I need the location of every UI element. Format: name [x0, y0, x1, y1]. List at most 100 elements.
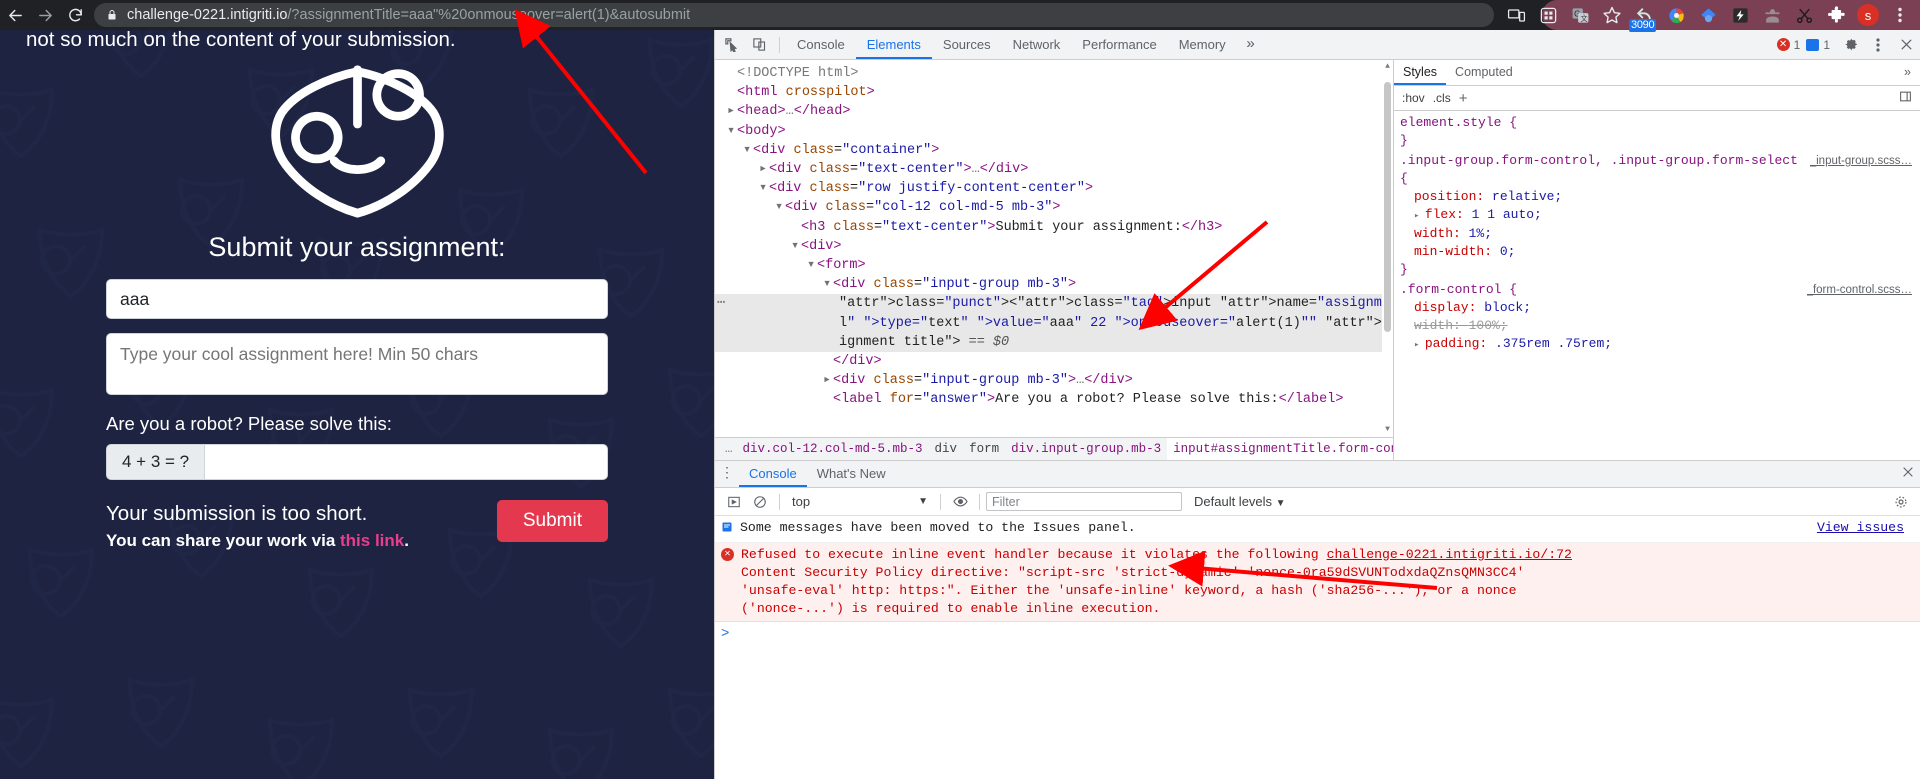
device-toolbar-button[interactable] — [745, 31, 773, 59]
dom-node-line[interactable]: ▾ <div> — [715, 237, 1393, 256]
breadcrumb-item[interactable]: div.input-group.mb-3 — [1005, 442, 1167, 456]
dom-node-line[interactable]: <html crosspilot> — [715, 83, 1393, 102]
console-settings-button[interactable] — [1888, 489, 1914, 515]
dom-node-line[interactable]: ▾ <div class="container"> — [715, 141, 1393, 160]
dom-selected-node-line[interactable]: ⋯ "attr">class="punct"><"attr">class="tag… — [715, 294, 1393, 314]
breadcrumb-item[interactable]: form — [963, 442, 1005, 456]
style-property[interactable]: position: relative; — [1400, 188, 1920, 206]
inspect-element-button[interactable] — [717, 31, 745, 59]
dom-node-line[interactable]: ▾ <div class="row justify-content-center"… — [715, 179, 1393, 198]
dom-node-line[interactable]: ▸ <div class="input-group mb-3">…</div> — [715, 371, 1393, 390]
breadcrumb-item[interactable]: div — [929, 442, 964, 456]
console-filter-input[interactable]: Filter — [986, 492, 1182, 511]
dom-tree[interactable]: <!DOCTYPE html> <html crosspilot> ▸ <head>… — [715, 60, 1393, 437]
submit-button[interactable]: Submit — [496, 500, 608, 542]
dom-node-line[interactable]: ▾ <div class="input-group mb-3"> — [715, 275, 1393, 294]
console-error-source-link[interactable]: challenge-0221.intigriti.io/:72 — [1327, 547, 1572, 562]
style-property[interactable]: ▸ padding: .375rem .75rem; — [1400, 335, 1920, 354]
message-count-chip[interactable]: 1 — [1806, 38, 1830, 52]
breadcrumb-item[interactable]: input#assignmentTitle.form-control — [1167, 438, 1393, 460]
tab-memory[interactable]: Memory — [1168, 30, 1237, 59]
style-source-link[interactable]: _input-group.scss… — [1810, 152, 1912, 170]
bookmark-button[interactable] — [1596, 0, 1628, 30]
dom-node-line[interactable]: <h3 class="text-center">Submit your assi… — [715, 218, 1393, 237]
drawer-menu-button[interactable]: ⋮ — [715, 467, 739, 481]
devtools-close-button[interactable] — [1892, 31, 1920, 59]
style-property[interactable]: display: block; — [1400, 299, 1920, 317]
tab-console[interactable]: Console — [739, 461, 807, 487]
scroll-up-arrow-icon[interactable]: ▲ — [1383, 62, 1392, 72]
tab-whats-new[interactable]: What's New — [807, 461, 896, 487]
dom-node-line[interactable]: </div> — [715, 352, 1393, 371]
tab-elements[interactable]: Elements — [855, 30, 932, 59]
captcha-answer-input[interactable] — [204, 444, 608, 480]
tab-performance[interactable]: Performance — [1071, 30, 1167, 59]
tab-network[interactable]: Network — [1002, 30, 1072, 59]
error-count-chip[interactable]: ✕ 1 — [1776, 38, 1800, 52]
drawer-close-button[interactable] — [1896, 466, 1920, 482]
profile-button[interactable]: s — [1852, 0, 1884, 30]
reload-button[interactable] — [60, 0, 90, 30]
assignment-body-textarea[interactable] — [106, 333, 608, 395]
tab-console[interactable]: Console — [786, 30, 856, 59]
bluetooth-extension-button[interactable] — [1692, 0, 1724, 30]
breadcrumb-item[interactable]: div.col-12.col-md-5.mb-3 — [737, 442, 929, 456]
dom-node-line[interactable]: ▾ <body> — [715, 122, 1393, 141]
style-property[interactable]: width: 100%; — [1400, 317, 1920, 335]
dom-node-line[interactable]: <!DOCTYPE html> — [715, 64, 1393, 83]
dom-node-line[interactable]: ▾ <div class="col-12 col-md-5 mb-3"> — [715, 198, 1393, 217]
breadcrumb-overflow[interactable]: … — [721, 442, 737, 456]
tab-computed[interactable]: Computed — [1446, 60, 1522, 85]
cast-button[interactable] — [1500, 0, 1532, 30]
apps-grid-button[interactable] — [1532, 0, 1564, 30]
tab-sources[interactable]: Sources — [932, 30, 1002, 59]
devtools-menu-button[interactable] — [1864, 31, 1892, 59]
clear-console-button[interactable] — [747, 489, 773, 515]
style-rule[interactable]: _input-group.scss… .input-group.form-cont… — [1400, 152, 1920, 279]
view-issues-link[interactable]: View issues — [1817, 519, 1914, 537]
console-levels-select[interactable]: Default levels ▼ — [1194, 494, 1286, 509]
hov-toggle[interactable]: :hov — [1402, 91, 1425, 105]
live-expression-button[interactable] — [947, 489, 973, 515]
styles-rules[interactable]: element.style {} _input-group.scss… .input… — [1394, 111, 1920, 460]
color-picker-extension-button[interactable] — [1660, 0, 1692, 30]
dom-scrollbar[interactable]: ▲ ▼ — [1382, 60, 1393, 437]
undo-extension-button[interactable]: 3090 — [1628, 0, 1660, 32]
plus-icon[interactable]: + — [1459, 90, 1468, 107]
back-button[interactable] — [0, 0, 30, 30]
console-sidebar-button[interactable] — [721, 489, 747, 515]
assignment-title-input[interactable] — [106, 279, 608, 319]
scroll-down-arrow-icon[interactable]: ▼ — [1383, 425, 1392, 435]
dom-node-line[interactable]: ▸ <div class="text-center">…</div> — [715, 160, 1393, 179]
console-prompt[interactable]: > — [715, 622, 1920, 646]
privacy-extension-button[interactable] — [1756, 0, 1788, 30]
style-rule[interactable]: _form-control.scss… .form-control {displa… — [1400, 281, 1920, 354]
style-source-link[interactable]: _form-control.scss… — [1807, 281, 1912, 299]
tab-styles[interactable]: Styles — [1394, 60, 1447, 85]
dom-selected-node-line[interactable]: l" ">type="text" ">value="aaa" 22 ">onmo… — [715, 313, 1393, 333]
dom-node-line[interactable]: ▸ <head>…</head> — [715, 102, 1393, 121]
scrollbar-thumb[interactable] — [1384, 82, 1391, 332]
extensions-button[interactable] — [1820, 0, 1852, 30]
clipper-extension-button[interactable] — [1788, 0, 1820, 30]
more-tabs-button[interactable]: » — [1237, 31, 1265, 59]
address-bar[interactable]: challenge-0221.intigriti.io/?assignmentT… — [94, 3, 1494, 27]
style-property[interactable]: ▸ flex: 1 1 auto; — [1400, 206, 1920, 225]
devtools-settings-button[interactable] — [1836, 31, 1864, 59]
dom-node-line[interactable]: ▾ <form> — [715, 256, 1393, 275]
dom-node-line[interactable]: <label for="answer">Are you a robot? Ple… — [715, 390, 1393, 409]
style-property[interactable]: min-width: 0; — [1400, 243, 1920, 261]
share-link[interactable]: this link — [340, 531, 404, 550]
style-property[interactable]: width: 1%; — [1400, 225, 1920, 243]
chrome-menu-button[interactable] — [1884, 0, 1916, 30]
cls-toggle[interactable]: .cls — [1433, 91, 1451, 105]
console-context-select[interactable]: top ▼ — [786, 494, 934, 509]
panel-toggle-icon[interactable] — [1899, 90, 1912, 106]
styles-more-button[interactable]: » — [1895, 60, 1920, 85]
shell-extension-button[interactable] — [1724, 0, 1756, 30]
forward-button[interactable] — [30, 0, 60, 30]
console-messages[interactable]: Some messages have been moved to the Iss… — [715, 516, 1920, 779]
dom-selected-node-line[interactable]: ignment title"> == $0 — [715, 332, 1393, 353]
style-rule[interactable]: element.style {} — [1400, 114, 1920, 150]
translate-button[interactable]: G 文 — [1564, 0, 1596, 30]
